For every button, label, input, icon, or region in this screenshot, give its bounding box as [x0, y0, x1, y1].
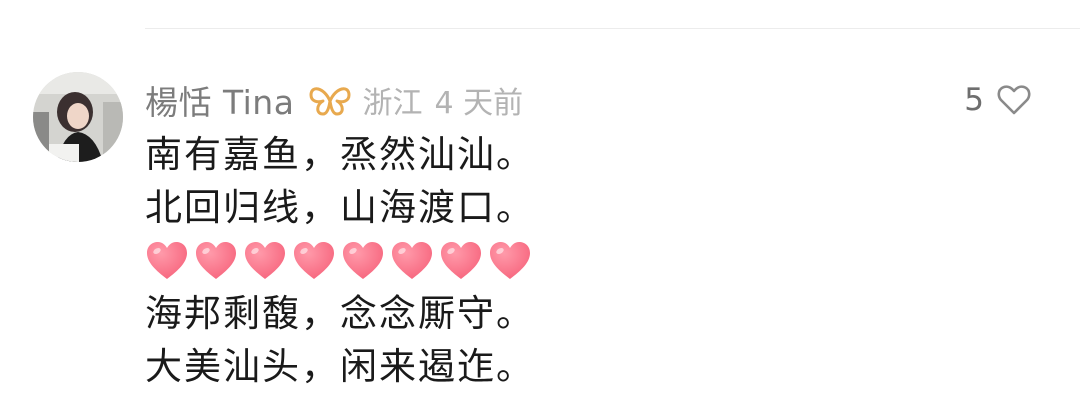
comment-line-3: 海邦剩馥，念念厮守。 — [145, 292, 535, 335]
comment-body: 南有嘉鱼，烝然汕汕。 北回归线，山海渡口。 海邦剩馥，念念厮守。 大美汕头，闲来… — [145, 128, 537, 393]
pink-heart-emoji — [490, 241, 530, 279]
pink-heart-emoji — [294, 241, 334, 279]
pink-heart-emoji — [196, 241, 236, 279]
comment-time: 4 天前 — [434, 86, 524, 121]
pink-heart-emoji — [441, 241, 481, 279]
comment-location: 浙江 — [362, 86, 423, 121]
pink-heart-emoji — [343, 241, 383, 279]
comment-line-4: 大美汕头，闲来遏迮。 — [145, 345, 535, 388]
like-count: 5 — [964, 82, 984, 118]
avatar[interactable] — [33, 72, 123, 162]
pink-heart-emoji — [392, 241, 432, 279]
username[interactable]: 楊恬 Tina — [145, 76, 294, 124]
avatar-image — [33, 72, 123, 162]
emoji-row — [145, 234, 537, 287]
comment-line-1: 南有嘉鱼，烝然汕汕。 — [145, 133, 535, 176]
comment-line-2: 北回归线，山海渡口。 — [145, 186, 535, 229]
heart-outline-icon[interactable] — [996, 84, 1032, 116]
comment-header: 楊恬 Tina 浙江 4 天前 — [145, 76, 523, 124]
pink-heart-emoji — [245, 241, 285, 279]
butterfly-badge-icon — [309, 87, 351, 116]
pink-heart-emoji — [147, 241, 187, 279]
top-divider — [145, 28, 1080, 29]
like-button[interactable]: 5 — [964, 78, 1032, 122]
